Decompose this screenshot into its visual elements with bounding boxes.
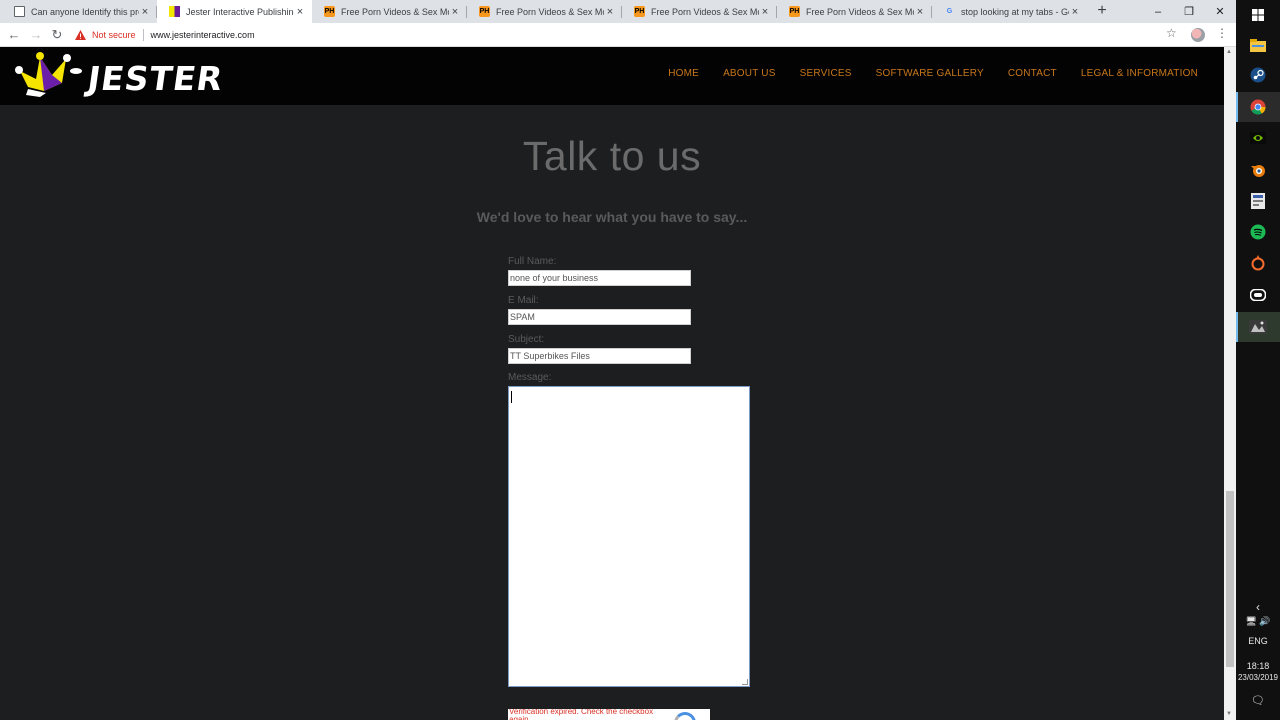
close-icon[interactable]: × [1069, 6, 1081, 18]
ph-favicon: PH [789, 6, 800, 17]
forward-button[interactable]: → [27, 26, 45, 44]
email-label: E Mail: [508, 295, 539, 306]
google-icon: G [946, 8, 953, 15]
app-icon[interactable] [1236, 186, 1280, 216]
ph-favicon: PH [479, 6, 490, 17]
ph-favicon: PH [634, 6, 645, 17]
browser-tab[interactable]: PH Free Porn Videos & Sex Movies × [312, 0, 467, 23]
network-volume-icon[interactable]: 🖥 🔊 [1236, 616, 1280, 627]
message-textarea[interactable] [508, 386, 750, 687]
reload-button[interactable]: ↻ [48, 26, 66, 44]
jester-hat-icon [15, 52, 82, 97]
clock-time[interactable]: 18:18 [1236, 661, 1280, 671]
email-input[interactable]: SPAM [508, 309, 691, 325]
windows-taskbar: ‹ 🖥 🔊 ENG 18:18 23/03/2019 🗨 [1236, 0, 1280, 720]
origin-icon[interactable] [1236, 248, 1280, 278]
browser-tab[interactable]: PH Free Porn Videos & Sex Movies × [777, 0, 932, 23]
blender-icon[interactable] [1236, 155, 1280, 185]
scrollbar-thumb[interactable] [1226, 491, 1234, 667]
nav-link-about-us[interactable]: ABOUT US [723, 68, 776, 79]
logo-text: JESTER [85, 59, 226, 98]
close-icon[interactable]: × [604, 6, 616, 18]
close-icon[interactable]: × [294, 6, 306, 18]
windows-icon[interactable] [1236, 0, 1280, 30]
nav-link-contact[interactable]: CONTACT [1008, 68, 1057, 79]
close-icon[interactable]: × [759, 6, 771, 18]
chevron-left-icon[interactable]: ‹ [1236, 600, 1280, 614]
jester-logo[interactable]: JESTER [14, 49, 234, 103]
scroll-down-icon[interactable]: ▼ [1226, 711, 1232, 717]
tab-title: Free Porn Videos & Sex Movies [341, 6, 449, 17]
language-indicator[interactable]: ENG [1236, 636, 1280, 646]
browser-tab[interactable]: Can anyone Identify this program × [2, 0, 157, 23]
tab-title: Can anyone Identify this program [31, 6, 139, 17]
notification-icon[interactable]: 🗨 [1236, 694, 1280, 707]
clock-date[interactable]: 23/03/2019 [1236, 673, 1280, 682]
browser-tab[interactable]: PH Free Porn Videos & Sex Movies × [467, 0, 622, 23]
page-scrollbar[interactable]: ▲ ▼ [1224, 47, 1236, 720]
file-explorer-icon[interactable] [1236, 30, 1280, 60]
browser-toolbar: ← → ↻ Not secure www.jesterinteractive.c… [0, 23, 1236, 47]
chrome-icon[interactable] [1236, 92, 1280, 122]
browser-tab-active[interactable]: Jester Interactive Publishing Limited × [157, 0, 312, 23]
tab-title: Jester Interactive Publishing Limited [186, 6, 294, 17]
site-nav: HOME ABOUT US SERVICES SOFTWARE GALLERY … [668, 68, 1198, 79]
scroll-up-icon[interactable]: ▲ [1226, 49, 1232, 55]
tab-title: Free Porn Videos & Sex Movies [496, 6, 604, 17]
page-subtitle: We'd love to hear what you have to say..… [476, 209, 748, 225]
subject-input[interactable]: TT Superbikes Files [508, 348, 691, 364]
bookmark-star-icon[interactable]: ☆ [1166, 26, 1177, 40]
recaptcha-error: Verification expired. Check the checkbox… [509, 709, 654, 720]
recaptcha-logo-icon [674, 712, 696, 720]
message-label: Message: [508, 372, 552, 383]
warning-icon [74, 30, 86, 41]
browser-tab[interactable]: G stop looking at my tabs - Google × [932, 0, 1087, 23]
back-button[interactable]: ← [5, 26, 23, 44]
minimize-button[interactable]: – [1143, 0, 1173, 23]
browser-tab-strip: Can anyone Identify this program × Jeste… [0, 0, 1236, 23]
resize-handle[interactable] [742, 679, 748, 685]
restore-button[interactable]: ❐ [1174, 0, 1204, 23]
tab-title: Free Porn Videos & Sex Movies [651, 6, 759, 17]
nvidia-icon[interactable] [1236, 123, 1280, 153]
address-bar[interactable]: Not secure www.jesterinteractive.com [74, 25, 1210, 45]
url-text[interactable]: www.jesterinteractive.com [151, 30, 255, 40]
subject-label: Subject: [508, 334, 545, 345]
document-icon [14, 6, 25, 17]
menu-icon[interactable]: ⋮ [1216, 26, 1228, 40]
steam-icon[interactable] [1236, 60, 1280, 90]
browser-tab[interactable]: PH Free Porn Videos & Sex Movies × [622, 0, 777, 23]
security-label[interactable]: Not secure [92, 30, 136, 40]
profile-avatar[interactable] [1191, 28, 1205, 42]
new-tab-button[interactable]: + [1094, 2, 1110, 20]
ph-favicon: PH [324, 6, 335, 17]
window-close-button[interactable]: ✕ [1205, 0, 1235, 23]
spotify-icon[interactable] [1236, 217, 1280, 247]
nav-link-legal-information[interactable]: LEGAL & INFORMATION [1081, 68, 1198, 79]
full-name-label: Full Name: [508, 256, 557, 267]
text-caret [511, 391, 512, 403]
oculus-icon[interactable] [1236, 280, 1280, 310]
tab-title: Free Porn Videos & Sex Movies [806, 6, 914, 17]
jester-favicon [169, 6, 180, 17]
close-icon[interactable]: × [449, 6, 461, 18]
full-name-input[interactable]: none of your business [508, 270, 691, 286]
nav-link-software-gallery[interactable]: SOFTWARE GALLERY [876, 68, 984, 79]
close-icon[interactable]: × [139, 6, 151, 18]
contact-page-content: Talk to us We'd love to hear what you ha… [0, 105, 1224, 720]
site-header: JESTER HOME ABOUT US SERVICES SOFTWARE G… [0, 47, 1224, 105]
game-icon[interactable] [1236, 312, 1280, 342]
page-title: Talk to us [522, 133, 702, 179]
nav-link-services[interactable]: SERVICES [800, 68, 852, 79]
nav-link-home[interactable]: HOME [668, 68, 699, 79]
tab-title: stop looking at my tabs - Google [961, 6, 1069, 17]
omnibox-divider [142, 29, 144, 41]
close-icon[interactable]: × [914, 6, 926, 18]
recaptcha-widget[interactable]: Verification expired. Check the checkbox… [508, 709, 710, 720]
